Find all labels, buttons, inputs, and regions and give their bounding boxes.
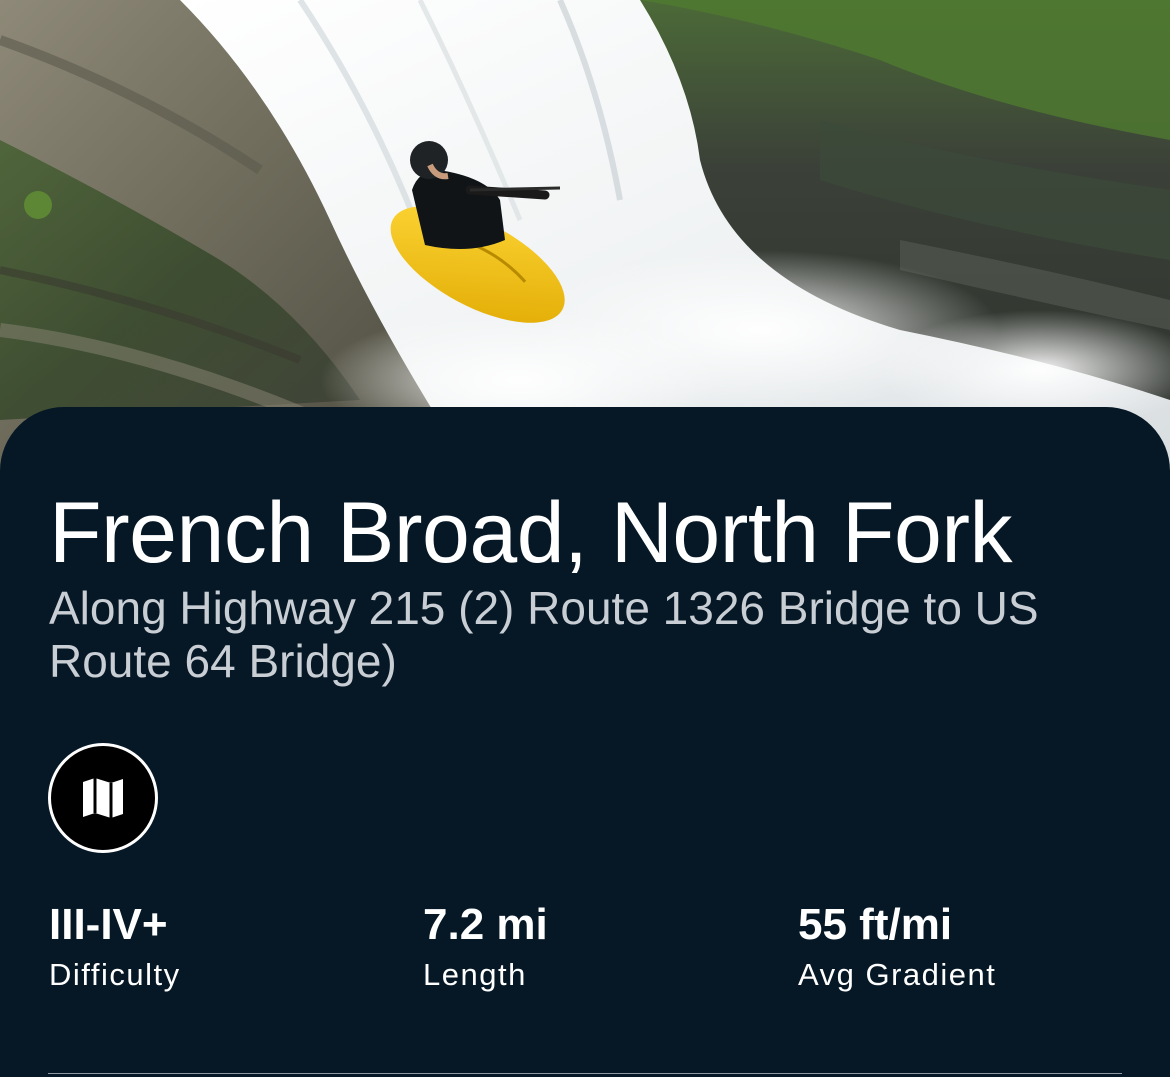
gradient-value: 55 ft/mi	[798, 900, 953, 949]
divider	[48, 1073, 1122, 1074]
difficulty-value: III-IV+	[49, 900, 168, 949]
map-button[interactable]	[48, 743, 158, 853]
stat-gradient: 55 ft/mi Avg Gradient	[798, 895, 996, 995]
river-name: French Broad, North Fork	[49, 485, 1013, 581]
difficulty-label: Difficulty	[49, 957, 181, 992]
map-icon	[83, 778, 123, 818]
stat-difficulty: III-IV+ Difficulty	[49, 895, 181, 995]
river-section: Along Highway 215 (2) Route 1326 Bridge …	[49, 582, 1039, 687]
length-label: Length	[423, 957, 527, 992]
gradient-label: Avg Gradient	[798, 957, 997, 992]
waterfall-kayak-image	[0, 0, 1170, 470]
length-value: 7.2 mi	[423, 900, 548, 949]
hero-photo	[0, 0, 1170, 470]
stat-length: 7.2 mi Length	[423, 895, 548, 995]
